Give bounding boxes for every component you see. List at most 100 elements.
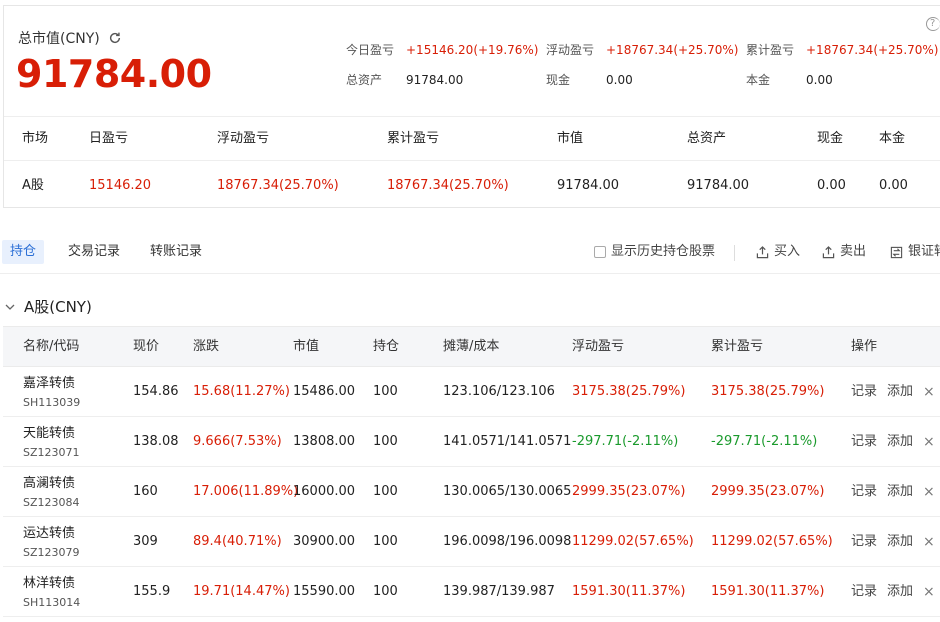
holdings-body: 嘉泽转债 SH113039 154.86 15.68(11.27%) 15486… <box>3 367 940 617</box>
section-header[interactable]: A股(CNY) <box>4 296 92 317</box>
record-button[interactable]: 记录 <box>851 417 877 467</box>
header-cell: 日盈亏 <box>89 131 129 146</box>
total-pl: 3175.38(25.79%) <box>711 384 825 399</box>
add-button[interactable]: 添加 <box>887 367 913 417</box>
metric-label: 浮动盈亏 <box>546 43 595 57</box>
table-row: 运达转债 SZ123079 309 89.4(40.71%) 30900.00 … <box>3 517 940 567</box>
market-value: 30900.00 <box>293 534 356 549</box>
header-cell: 持仓 <box>373 339 400 354</box>
total-pl: 18767.34(25.70%) <box>387 178 509 193</box>
sell-icon <box>822 245 835 258</box>
remove-icon[interactable]: × <box>923 367 935 417</box>
header-cell: 浮动盈亏 <box>572 339 625 354</box>
security-name[interactable]: 天能转债 <box>23 425 75 443</box>
total-pl: 11299.02(57.65%) <box>711 534 833 549</box>
section-title: A股(CNY) <box>24 298 92 316</box>
buy-button[interactable]: 买入 <box>756 240 800 264</box>
chevron-down-icon[interactable] <box>4 301 16 313</box>
tab-transfer-records[interactable]: 转账记录 <box>142 240 210 264</box>
security-code: SZ123084 <box>23 496 80 509</box>
remove-icon[interactable]: × <box>923 517 935 567</box>
record-button[interactable]: 记录 <box>851 517 877 567</box>
market-value: 16000.00 <box>293 484 356 499</box>
float-pl: 11299.02(57.65%) <box>572 534 694 549</box>
refresh-icon[interactable] <box>108 31 122 45</box>
total-value: 91784.00 <box>16 52 212 96</box>
record-button[interactable]: 记录 <box>851 467 877 517</box>
help-icon[interactable]: ? <box>926 17 940 31</box>
current-price: 154.86 <box>133 384 179 399</box>
market-value: 15590.00 <box>293 584 356 599</box>
header-cell: 现价 <box>133 339 160 354</box>
market-name: A股 <box>22 178 44 193</box>
header-cell: 累计盈亏 <box>711 339 764 354</box>
tab-trade-records[interactable]: 交易记录 <box>60 240 128 264</box>
market-value: 91784.00 <box>557 178 620 193</box>
metric-cash: 现金 0.00 <box>546 71 633 88</box>
total-pl: -297.71(-2.11%) <box>711 434 818 449</box>
add-button[interactable]: 添加 <box>887 517 913 567</box>
add-button[interactable]: 添加 <box>887 417 913 467</box>
add-button[interactable]: 添加 <box>887 467 913 517</box>
header-cell: 市场 <box>22 131 49 146</box>
header-cell: 涨跌 <box>193 339 220 354</box>
metric-value: 0.00 <box>806 73 833 87</box>
security-name[interactable]: 运达转债 <box>23 525 75 543</box>
security-name[interactable]: 高澜转债 <box>23 475 75 493</box>
sell-button[interactable]: 卖出 <box>822 240 866 264</box>
table-row: 林洋转债 SH113014 155.9 19.71(14.47%) 15590.… <box>3 567 940 617</box>
metric-label: 总资产 <box>346 73 383 87</box>
show-history-label: 显示历史持仓股票 <box>611 244 716 259</box>
remove-icon[interactable]: × <box>923 467 935 517</box>
holdings-table: 名称/代码 现价 涨跌 市值 持仓 摊薄/成本 浮动盈亏 累计盈亏 操作 嘉泽转… <box>3 326 940 617</box>
total-value-label: 总市值(CNY) <box>18 31 100 47</box>
metric-total-pl: 累计盈亏 +18767.34(+25.70%) <box>746 41 939 58</box>
show-history-checkbox[interactable] <box>594 246 606 258</box>
float-pl: -297.71(-2.11%) <box>572 434 679 449</box>
price-change: 17.006(11.89%) <box>193 484 299 499</box>
remove-icon[interactable]: × <box>923 567 935 617</box>
header-cell: 总资产 <box>687 131 727 146</box>
remove-icon[interactable]: × <box>923 417 935 467</box>
metric-label: 现金 <box>546 73 571 87</box>
total-value-title: 总市值(CNY) <box>18 28 122 48</box>
record-button[interactable]: 记录 <box>851 567 877 617</box>
record-button[interactable]: 记录 <box>851 367 877 417</box>
position: 100 <box>373 434 398 449</box>
current-price: 309 <box>133 534 158 549</box>
security-name[interactable]: 嘉泽转债 <box>23 375 75 393</box>
position: 100 <box>373 584 398 599</box>
float-pl: 18767.34(25.70%) <box>217 178 339 193</box>
price-change: 15.68(11.27%) <box>193 384 290 399</box>
market-value: 13808.00 <box>293 434 356 449</box>
current-price: 138.08 <box>133 434 179 449</box>
tab-holdings[interactable]: 持仓 <box>2 240 45 264</box>
market-summary-header: 市场 日盈亏 浮动盈亏 累计盈亏 市值 总资产 现金 本金 <box>4 116 940 161</box>
price-change: 19.71(14.47%) <box>193 584 290 599</box>
header-cell: 名称/代码 <box>23 339 80 354</box>
holdings-header: 名称/代码 现价 涨跌 市值 持仓 摊薄/成本 浮动盈亏 累计盈亏 操作 <box>3 326 940 367</box>
transfer-icon <box>890 246 903 258</box>
metric-value: +18767.34(+25.70%) <box>606 43 739 57</box>
bank-transfer-button[interactable]: 银证转 <box>890 240 940 264</box>
total-pl: 2999.35(23.07%) <box>711 484 825 499</box>
table-row: 嘉泽转债 SH113039 154.86 15.68(11.27%) 15486… <box>3 367 940 417</box>
table-row: 天能转债 SZ123071 138.08 9.666(7.53%) 13808.… <box>3 417 940 467</box>
show-history-toggle[interactable]: 显示历史持仓股票 <box>594 240 715 264</box>
header-cell: 操作 <box>851 339 878 354</box>
header-cell: 现金 <box>817 131 844 146</box>
header-cell: 摊薄/成本 <box>443 339 500 354</box>
add-button[interactable]: 添加 <box>887 567 913 617</box>
metric-value: 91784.00 <box>406 73 464 87</box>
total-pl: 1591.30(11.37%) <box>711 584 825 599</box>
metric-label: 本金 <box>746 73 771 87</box>
buy-icon <box>756 245 769 258</box>
security-name[interactable]: 林洋转债 <box>23 575 75 593</box>
principal: 0.00 <box>879 178 908 193</box>
header-cell: 本金 <box>879 131 906 146</box>
price-change: 89.4(40.71%) <box>193 534 282 549</box>
table-row: 高澜转债 SZ123084 160 17.006(11.89%) 16000.0… <box>3 467 940 517</box>
metric-value: 0.00 <box>606 73 633 87</box>
float-pl: 1591.30(11.37%) <box>572 584 686 599</box>
header-cell: 累计盈亏 <box>387 131 440 146</box>
